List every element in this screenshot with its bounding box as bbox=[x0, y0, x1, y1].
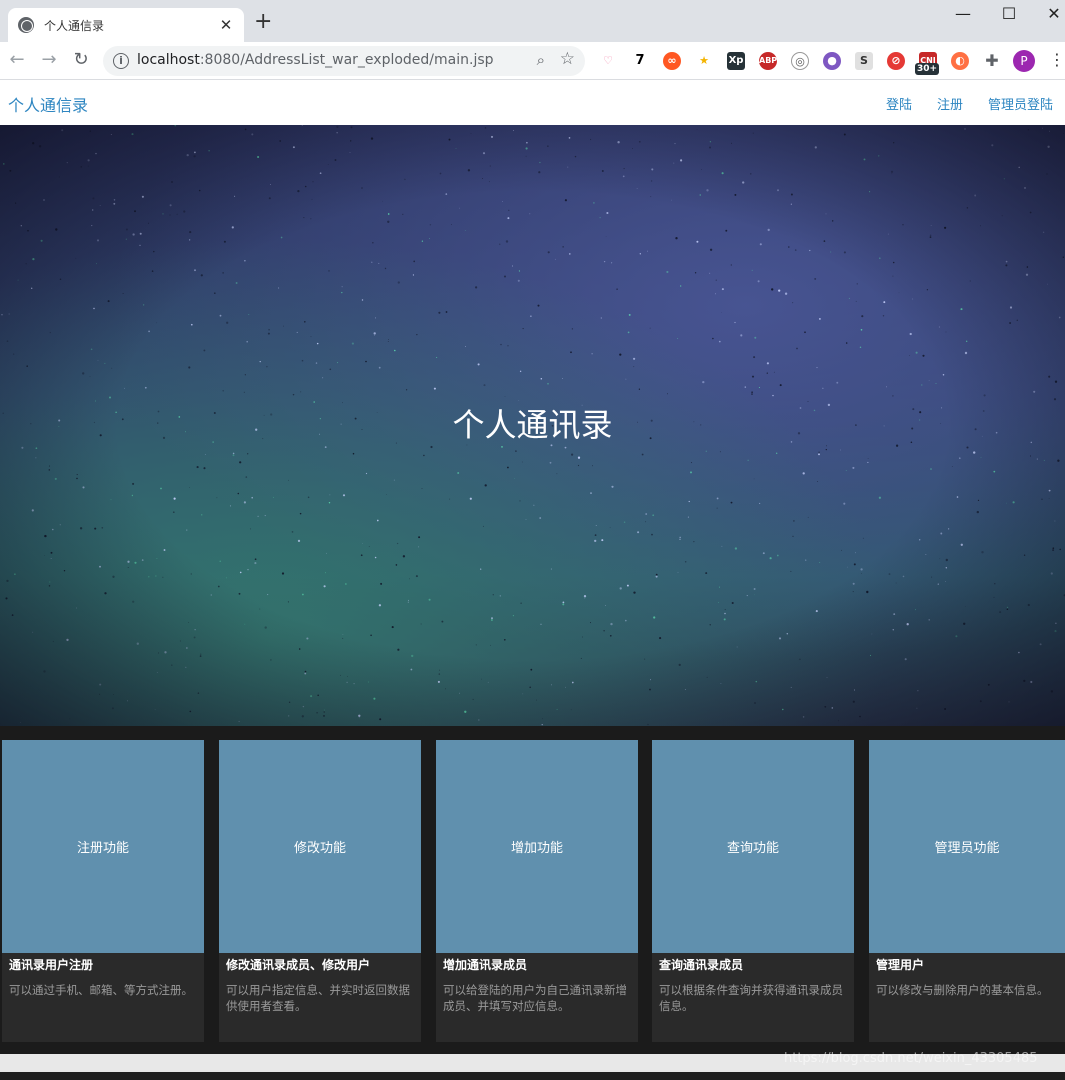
card-description: 可以给登陆的用户为自己通讯录新增成员、并填写对应信息。 bbox=[443, 983, 627, 1013]
extension-icon-8[interactable]: ● bbox=[823, 52, 841, 70]
window-close-icon[interactable]: ✕ bbox=[1031, 4, 1065, 23]
address-bar[interactable]: i localhost:8080/AddressList_war_explode… bbox=[103, 46, 585, 76]
nav-register-link[interactable]: 注册 bbox=[937, 94, 963, 113]
tab-close-icon[interactable]: ✕ bbox=[218, 16, 234, 34]
extension-icon-5[interactable]: Xp bbox=[727, 52, 745, 70]
card-title: 增加通讯录成员 bbox=[443, 958, 528, 972]
card-thumbnail[interactable]: 注册功能 bbox=[2, 740, 204, 953]
new-tab-button[interactable]: + bbox=[254, 11, 272, 33]
hero-title: 个人通讯录 bbox=[452, 406, 613, 444]
puzzle-icon[interactable]: ✚ bbox=[983, 52, 1001, 70]
menu-icon[interactable]: ⋮ bbox=[1049, 50, 1065, 69]
extension-badge: 30+ bbox=[915, 63, 939, 75]
hero-banner: 个人通讯录 bbox=[0, 125, 1065, 726]
feature-cards: 注册功能 通讯录用户注册 可以通过手机、邮箱、等方式注册。 修改功能 修改通讯录… bbox=[0, 726, 1065, 1054]
forward-icon[interactable]: → bbox=[39, 50, 59, 70]
extension-icon-7[interactable]: ◎ bbox=[791, 52, 809, 70]
extension-icon-10[interactable]: ⊘ bbox=[887, 52, 905, 70]
extension-icon-3[interactable]: ∞ bbox=[663, 52, 681, 70]
profile-avatar[interactable]: P bbox=[1013, 50, 1035, 72]
feature-card[interactable]: 管理员功能 管理用户 可以修改与删除用户的基本信息。 bbox=[869, 740, 1065, 1042]
nav-login-link[interactable]: 登陆 bbox=[886, 94, 912, 113]
feature-card[interactable]: 修改功能 修改通讯录成员、修改用户 可以用户指定信息、并实时返回数据供使用者查看… bbox=[219, 740, 421, 1042]
back-icon[interactable]: ← bbox=[7, 50, 27, 70]
extension-icon-12[interactable]: ◐ bbox=[951, 52, 969, 70]
card-description: 可以通过手机、邮箱、等方式注册。 bbox=[9, 983, 193, 997]
site-brand[interactable]: 个人通信录 bbox=[8, 92, 88, 116]
card-title: 修改通讯录成员、修改用户 bbox=[226, 958, 371, 972]
watermark-text: https://blog.csdn.net/weixin_43305485 bbox=[784, 1051, 1038, 1066]
site-navbar: 个人通信录 登陆 注册 管理员登陆 bbox=[0, 80, 1065, 125]
nav-admin-login-link[interactable]: 管理员登陆 bbox=[988, 94, 1053, 113]
card-thumbnail[interactable]: 修改功能 bbox=[219, 740, 421, 953]
minimize-icon[interactable]: — bbox=[940, 4, 986, 23]
card-thumb-label: 增加功能 bbox=[510, 841, 563, 856]
extension-icon-9[interactable]: S bbox=[855, 52, 873, 70]
card-description: 可以根据条件查询并获得通讯录成员信息。 bbox=[659, 983, 843, 1013]
card-title: 查询通讯录成员 bbox=[659, 958, 744, 972]
card-thumbnail[interactable]: 增加功能 bbox=[436, 740, 638, 953]
browser-tab[interactable]: 个人通信录 ✕ bbox=[8, 8, 244, 42]
card-thumb-label: 注册功能 bbox=[76, 841, 129, 856]
zoom-icon[interactable]: ⌕ bbox=[537, 51, 545, 69]
url-text: localhost:8080/AddressList_war_exploded/… bbox=[137, 52, 494, 68]
card-thumb-label: 查询功能 bbox=[726, 841, 779, 856]
reload-icon[interactable]: ↻ bbox=[71, 50, 91, 70]
extension-icon-4[interactable]: ★ bbox=[695, 52, 713, 70]
tab-title: 个人通信录 bbox=[44, 18, 105, 33]
card-description: 可以用户指定信息、并实时返回数据供使用者查看。 bbox=[226, 983, 410, 1013]
card-thumbnail[interactable]: 查询功能 bbox=[652, 740, 854, 953]
card-title: 管理用户 bbox=[876, 958, 925, 972]
taskbar-edge bbox=[0, 1072, 1065, 1080]
extension-icon-1[interactable]: ♡ bbox=[599, 52, 617, 70]
bookmark-star-icon[interactable]: ☆ bbox=[560, 49, 575, 69]
browser-toolbar: ← → ↻ i localhost:8080/AddressList_war_e… bbox=[0, 42, 1065, 80]
card-title: 通讯录用户注册 bbox=[9, 958, 94, 972]
card-description: 可以修改与删除用户的基本信息。 bbox=[876, 983, 1049, 997]
feature-card[interactable]: 注册功能 通讯录用户注册 可以通过手机、邮箱、等方式注册。 bbox=[2, 740, 204, 1042]
card-thumb-label: 修改功能 bbox=[293, 841, 346, 856]
extension-icon-2[interactable]: 7 bbox=[631, 52, 649, 70]
maximize-icon[interactable]: ☐ bbox=[986, 4, 1032, 23]
card-thumbnail[interactable]: 管理员功能 bbox=[869, 740, 1065, 953]
card-thumb-label: 管理员功能 bbox=[934, 841, 1000, 856]
globe-icon bbox=[18, 17, 34, 33]
feature-card[interactable]: 增加功能 增加通讯录成员 可以给登陆的用户为自己通讯录新增成员、并填写对应信息。 bbox=[436, 740, 638, 1042]
adblock-icon[interactable]: ABP bbox=[759, 52, 777, 70]
site-info-icon[interactable]: i bbox=[113, 53, 129, 69]
browser-tab-bar: 个人通信录 ✕ + — ☐ ✕ bbox=[0, 0, 1065, 42]
feature-card[interactable]: 查询功能 查询通讯录成员 可以根据条件查询并获得通讯录成员信息。 bbox=[652, 740, 854, 1042]
